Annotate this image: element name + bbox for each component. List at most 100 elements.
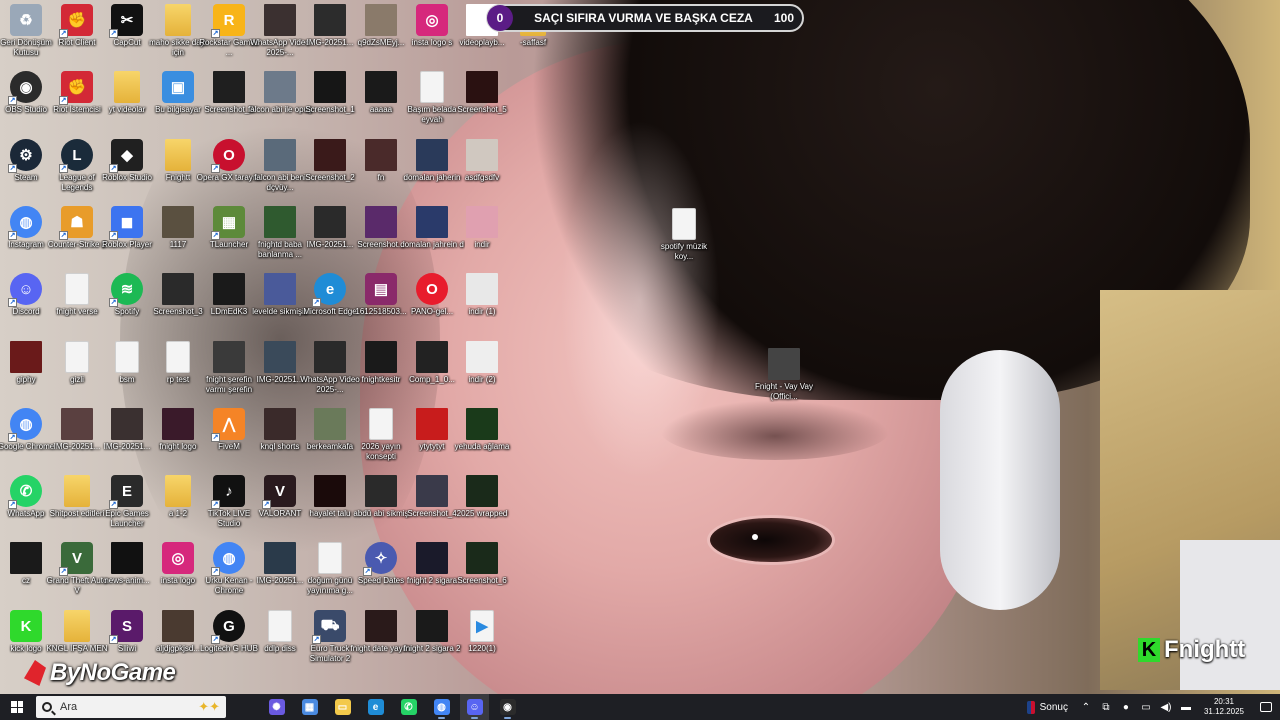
sports-widget[interactable]: Sonuç — [1026, 700, 1068, 714]
taskbar-whatsapp-button[interactable]: ✆ — [394, 694, 423, 720]
desktop-icon[interactable]: yehuda ağlama — [450, 408, 514, 472]
image-thumbnail-icon — [365, 610, 397, 642]
capcut-icon: ✂ ↗ — [109, 4, 143, 38]
image-thumbnail-icon — [314, 4, 346, 36]
taskbar-obs-button[interactable]: ◉ — [493, 694, 522, 720]
desktop-icon-label: Fnight - Vay Vay (Offici... — [755, 382, 813, 401]
taskbar-copilot-button[interactable]: ✺ — [262, 694, 291, 720]
image-thumbnail-icon — [365, 4, 397, 36]
clock[interactable]: 20:31 31.12.2025 — [1204, 697, 1244, 717]
taskbar-search-box[interactable]: Ara ✦✦ — [36, 696, 226, 718]
ets2-icon: ⛟ ↗ — [312, 610, 346, 644]
shortcut-arrow-icon: ↗ — [211, 164, 220, 173]
image-thumbnail-icon — [466, 475, 498, 507]
image-thumbnail-icon — [365, 139, 397, 171]
folder-icon — [165, 4, 191, 36]
desktop-icon[interactable]: 2025 wrapped — [450, 475, 514, 539]
image-thumbnail-icon — [111, 542, 143, 574]
desktop-icon[interactable]: indir (1) — [450, 273, 514, 337]
desktop-icon-label: yehuda ağlama — [454, 442, 510, 451]
folder-icon — [165, 139, 191, 171]
whatsapp-icon: ✆ ↗ — [8, 475, 42, 509]
chevron-up-icon[interactable]: ⌃ — [1080, 702, 1092, 713]
cs2-icon: ☗ ↗ — [59, 206, 93, 240]
sports-widget-label: Sonuç — [1039, 701, 1068, 713]
image-thumbnail-icon — [466, 71, 498, 103]
app-tray-icon[interactable]: ⧉ — [1100, 702, 1112, 713]
taskbar-microsoft-store-button[interactable]: ▦ — [295, 694, 324, 720]
obs-icon: ◉ ↗ — [8, 71, 42, 105]
shortcut-arrow-icon: ↗ — [211, 567, 220, 576]
document-icon — [65, 273, 89, 305]
desktop-icon[interactable]: Fnight - Vay Vay (Offici... — [752, 348, 816, 412]
desktop-icon[interactable]: spotify müzik koy... — [652, 208, 716, 272]
video-thumbnail-icon — [768, 348, 800, 380]
taskbar-edge-button[interactable]: e — [361, 694, 390, 720]
shortcut-arrow-icon: ↗ — [211, 29, 220, 38]
windows-logo-icon — [11, 701, 23, 713]
image-thumbnail-icon — [466, 139, 498, 171]
tiktok-icon: ♪ ↗ — [211, 475, 245, 509]
taskbar-discord-button[interactable]: ☺ — [460, 694, 489, 720]
image-thumbnail-icon — [365, 341, 397, 373]
opera-icon: O — [416, 273, 448, 305]
computer-icon: ▣ — [162, 71, 194, 103]
image-thumbnail-icon — [61, 408, 93, 440]
image-thumbnail-icon — [466, 341, 498, 373]
league-icon: L ↗ — [59, 139, 93, 173]
discord-icon: ☺ ↗ — [8, 273, 42, 307]
shortcut-arrow-icon: ↗ — [8, 164, 17, 173]
notification-icon[interactable] — [1260, 702, 1272, 712]
document-icon — [268, 610, 292, 642]
document-icon — [672, 208, 696, 240]
taskbar-chrome-button[interactable]: ◍ — [427, 694, 456, 720]
desktop-icon[interactable]: Screenshot_5 — [450, 71, 514, 135]
shortcut-arrow-icon: ↗ — [59, 96, 68, 105]
image-thumbnail-icon — [264, 408, 296, 440]
recycle-bin-icon: ♻ — [10, 4, 42, 36]
shortcut-arrow-icon: ↗ — [59, 164, 68, 173]
image-thumbnail-icon — [466, 542, 498, 574]
start-button[interactable] — [0, 694, 34, 720]
desktop-icon-grid: ♻ Geri Dönüşüm Kutusu ✊ ↗ Riot Client ✂ ↗ CapCu… — [0, 0, 1280, 694]
desktop-icon[interactable]: indir (2) — [450, 341, 514, 405]
desktop-icon[interactable]: asdfgsdfv — [450, 139, 514, 203]
file-explorer-icon: ▭ — [334, 699, 351, 715]
desktop-icon-label: indir (2) — [468, 375, 496, 384]
network-icon[interactable]: ▭ — [1140, 702, 1152, 713]
image-thumbnail-icon — [416, 139, 448, 171]
image-thumbnail-icon — [416, 408, 448, 440]
opera-gx-icon: O ↗ — [211, 139, 245, 173]
steam-icon: ⚙ ↗ — [8, 139, 42, 173]
chrome-icon: ◍ ↗ — [211, 542, 245, 576]
shortcut-arrow-icon: ↗ — [262, 500, 271, 509]
image-thumbnail-icon — [365, 475, 397, 507]
speed-dates-icon: ✧ ↗ — [363, 542, 397, 576]
epic-games-icon: E ↗ — [109, 475, 143, 509]
video-file-icon: ▶ — [470, 610, 494, 642]
discord-icon: ☺ — [466, 699, 483, 715]
volume-icon[interactable]: ◀) — [1160, 702, 1172, 713]
instagram-icon: ◎ — [162, 542, 194, 574]
taskbar-pinned-apps: ✺ ▦ ▭ e ✆ ◍ ☺ ◉ — [262, 694, 522, 720]
taskbar-file-explorer-button[interactable]: ▭ — [328, 694, 357, 720]
goal-target-value: 100 — [773, 11, 794, 25]
search-icon — [42, 702, 52, 712]
fnight-watermark: K Fnightt — [1138, 636, 1245, 664]
folder-icon — [165, 475, 191, 507]
desktop-icon-label: Screenshot_5 — [457, 105, 507, 114]
battery-icon[interactable]: ▬ — [1180, 702, 1192, 713]
image-thumbnail-icon — [416, 475, 448, 507]
desktop-icon[interactable]: ▶ 1220(1) — [450, 610, 514, 674]
chrome-icon: ◍ ↗ — [8, 408, 42, 442]
shortcut-arrow-icon: ↗ — [109, 500, 118, 509]
roblox-studio-icon: ◆ ↗ — [109, 139, 143, 173]
goal-title: SAÇI SIFIRA VURMA VE BAŞKA CEZA — [534, 11, 753, 25]
desktop-icon[interactable]: Screenshot_6 — [450, 542, 514, 606]
desktop-icon[interactable]: indir — [450, 206, 514, 270]
microphone-icon[interactable]: ● — [1120, 702, 1132, 713]
image-thumbnail-icon — [162, 273, 194, 305]
kick-logo-icon: K — [1138, 638, 1160, 662]
winrar-icon: ▤ — [365, 273, 397, 305]
minecraft-icon: ▦ ↗ — [211, 206, 245, 240]
